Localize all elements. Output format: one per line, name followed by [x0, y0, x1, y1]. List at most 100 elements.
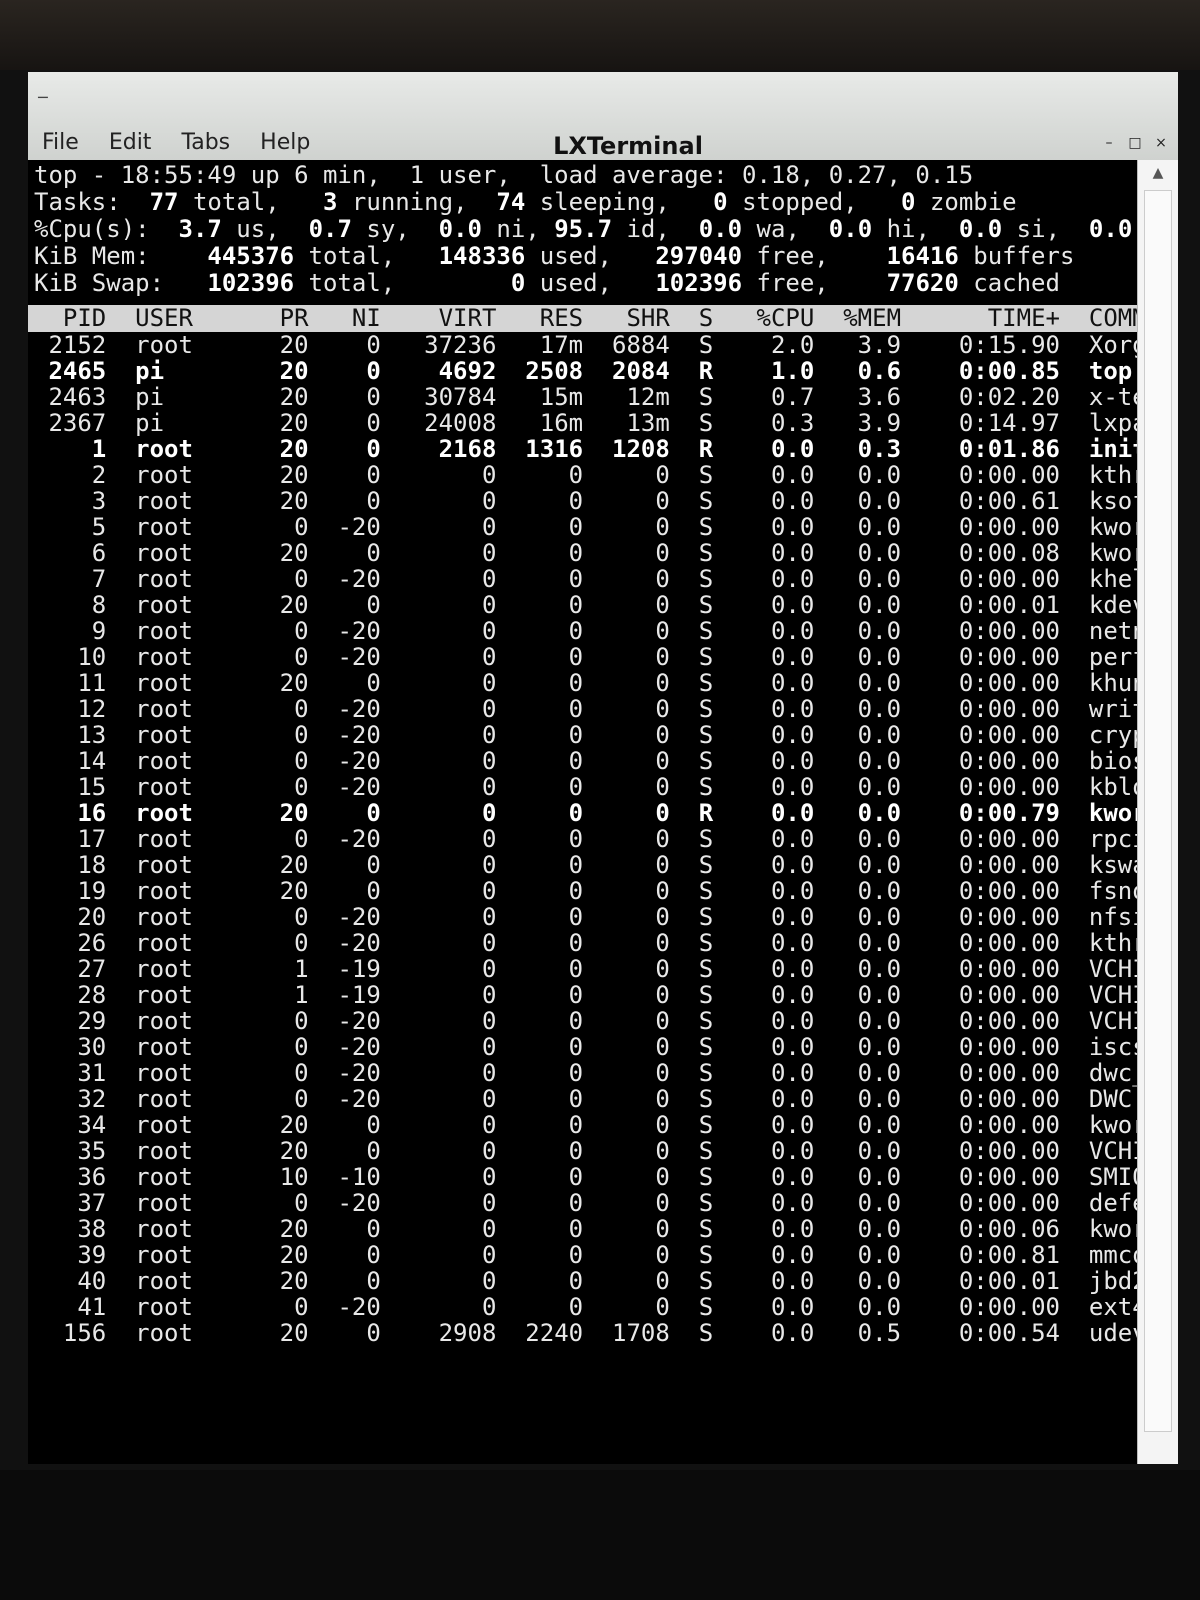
- cell-user: root: [120, 461, 266, 489]
- cell-cpu: 0.0: [727, 1241, 829, 1269]
- cell-time: 0:14.97: [915, 409, 1075, 437]
- cell-ni: 0: [323, 331, 396, 359]
- cell-cpu: 0.0: [727, 695, 829, 723]
- minimize-icon[interactable]: –: [1102, 136, 1116, 150]
- cell-s: S: [684, 773, 728, 801]
- cell-shr: 0: [597, 1111, 685, 1139]
- cell-shr: 0: [597, 617, 685, 645]
- cell-res: 0: [510, 851, 598, 879]
- cell-mem: 0.0: [828, 929, 916, 957]
- summary-line-mem: KiB Mem: 445376 total, 148336 used, 2970…: [34, 242, 1075, 270]
- window-menu-icon[interactable]: ─: [38, 90, 62, 106]
- cell-virt: 0: [395, 851, 511, 879]
- cell-shr: 0: [597, 461, 685, 489]
- cell-s: S: [684, 851, 728, 879]
- cell-cmd: x-terminal-emul: [1088, 383, 1138, 411]
- cell-mem: 0.0: [828, 851, 916, 879]
- cell-cmd: VCHIQs-0: [1088, 1007, 1138, 1035]
- cell-res: 0: [510, 695, 598, 723]
- cell-cpu: 0.0: [727, 877, 829, 905]
- cell-virt: 0: [395, 955, 511, 983]
- cell-time: 0:00.00: [915, 1163, 1075, 1191]
- cell-pid: 9: [34, 617, 121, 645]
- menu-file[interactable]: File: [42, 130, 79, 160]
- cell-s: R: [684, 435, 728, 463]
- cell-pr: 20: [265, 1319, 323, 1347]
- cell-mem: 0.0: [828, 565, 916, 593]
- cell-time: 0:00.01: [915, 591, 1075, 619]
- cell-mem: 0.0: [828, 1293, 916, 1321]
- cell-res: 0: [510, 1007, 598, 1035]
- cell-user: root: [120, 773, 266, 801]
- terminal-area[interactable]: top - 18:55:49 up 6 min, 1 user, load av…: [28, 160, 1138, 1464]
- column-header-ni: NI: [323, 304, 396, 332]
- cell-mem: 0.0: [828, 1111, 916, 1139]
- cell-shr: 0: [597, 1033, 685, 1061]
- cell-user: pi: [120, 409, 266, 437]
- cell-pr: 20: [265, 1241, 323, 1269]
- scrollbar-thumb[interactable]: [1144, 190, 1172, 1432]
- cell-cmd: kworker/0:2: [1088, 1111, 1138, 1139]
- maximize-icon[interactable]: □: [1128, 136, 1142, 150]
- cell-cmd: mmcqd/0: [1088, 1241, 1138, 1269]
- cell-cmd: netns: [1088, 617, 1138, 645]
- cell-pid: 15: [34, 773, 121, 801]
- menu-help[interactable]: Help: [260, 130, 310, 160]
- cell-ni: 0: [323, 877, 396, 905]
- cell-pid: 2367: [34, 409, 121, 437]
- cell-cpu: 0.0: [727, 1059, 829, 1087]
- cell-mem: 0.6: [828, 357, 916, 385]
- menu-edit[interactable]: Edit: [109, 130, 152, 160]
- cell-cpu: 0.0: [727, 825, 829, 853]
- cell-ni: -19: [323, 981, 396, 1009]
- cell-pr: 20: [265, 357, 323, 385]
- column-header-s: S: [684, 304, 728, 332]
- cell-cpu: 0.0: [727, 903, 829, 931]
- cell-mem: 0.0: [828, 695, 916, 723]
- cell-shr: 0: [597, 1059, 685, 1087]
- cell-ni: -20: [323, 1293, 396, 1321]
- cell-user: root: [120, 565, 266, 593]
- cell-res: 0: [510, 799, 598, 827]
- cell-mem: 0.0: [828, 903, 916, 931]
- table-row: 12 root 0 -20 0 0 0 S 0.0 0.0 0:00.00 wr…: [28, 696, 1138, 722]
- cell-user: root: [120, 1241, 266, 1269]
- cell-mem: 0.0: [828, 617, 916, 645]
- cell-pr: 20: [265, 409, 323, 437]
- cell-shr: 0: [597, 799, 685, 827]
- cell-cpu: 0.0: [727, 981, 829, 1009]
- cell-user: root: [120, 1111, 266, 1139]
- cell-time: 0:00.01: [915, 1267, 1075, 1295]
- cell-virt: 0: [395, 695, 511, 723]
- cell-user: root: [120, 513, 266, 541]
- cell-virt: 0: [395, 617, 511, 645]
- cell-virt: 0: [395, 1163, 511, 1191]
- cell-user: root: [120, 747, 266, 775]
- cell-user: root: [120, 1033, 266, 1061]
- cell-pr: 0: [265, 1189, 323, 1217]
- close-icon[interactable]: ×: [1154, 136, 1168, 150]
- column-header-pr: PR: [265, 304, 323, 332]
- cell-time: 0:00.00: [915, 903, 1075, 931]
- vertical-scrollbar[interactable]: ▲: [1137, 160, 1178, 1464]
- cell-res: 0: [510, 1241, 598, 1269]
- cell-virt: 37236: [395, 331, 511, 359]
- column-header-user: USER: [120, 304, 266, 332]
- column-header-cpu: %CPU: [727, 304, 829, 332]
- cell-time: 0:00.00: [915, 1111, 1075, 1139]
- scroll-up-arrow-icon[interactable]: ▲: [1138, 160, 1178, 186]
- cell-user: root: [120, 1215, 266, 1243]
- cell-ni: 0: [323, 461, 396, 489]
- cell-res: 0: [510, 1215, 598, 1243]
- cell-shr: 0: [597, 825, 685, 853]
- cell-shr: 0: [597, 1267, 685, 1295]
- cell-res: 0: [510, 1163, 598, 1191]
- cell-ni: 0: [323, 357, 396, 385]
- cell-cmd: kthreadd: [1088, 461, 1138, 489]
- menubar: File Edit Tabs Help: [42, 130, 310, 160]
- cell-virt: 0: [395, 1059, 511, 1087]
- menu-tabs[interactable]: Tabs: [181, 130, 230, 160]
- cell-mem: 0.0: [828, 877, 916, 905]
- cell-res: 0: [510, 1293, 598, 1321]
- cell-shr: 0: [597, 1137, 685, 1165]
